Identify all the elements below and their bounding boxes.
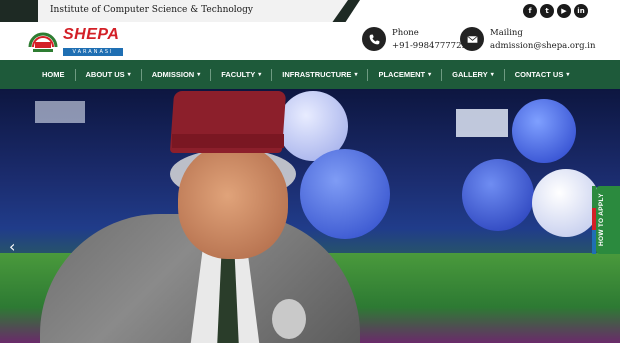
twitter-icon[interactable]: t <box>540 4 554 18</box>
mail-title: Mailing <box>490 27 523 38</box>
institute-name: Institute of Computer Science & Technolo… <box>50 5 253 15</box>
nav-divider <box>74 68 76 81</box>
nav-placement[interactable]: PLACEMENT ▾ <box>378 70 431 79</box>
phone-contact[interactable]: Phone +91-9984777729 <box>362 27 467 51</box>
apply-stripe-blue <box>592 230 596 254</box>
nav-divider <box>503 68 505 81</box>
how-to-apply-label: HOW TO APPLY <box>598 193 605 247</box>
hero-slider: ‹ <box>0 89 620 343</box>
logo-wordmark: SHEPA <box>63 26 120 43</box>
chevron-down-icon: ▾ <box>127 72 131 78</box>
chevron-down-icon: ▾ <box>428 72 432 78</box>
nav-contact-label: CONTACT US <box>514 70 564 79</box>
hero-person-face <box>178 144 288 259</box>
top-strip: Institute of Computer Science & Technolo… <box>0 0 620 22</box>
mail-address[interactable]: admission@shepa.org.in <box>490 41 595 51</box>
nav-divider <box>140 68 142 81</box>
nav-home[interactable]: HOME <box>42 70 65 79</box>
phone-icon <box>362 27 386 51</box>
mail-icon <box>460 27 484 51</box>
nav-gallery-label: GALLERY <box>452 70 488 79</box>
hero-balloon <box>512 99 576 163</box>
logo-city: VARANASI <box>63 48 123 56</box>
hero-balloon <box>462 159 534 231</box>
youtube-icon[interactable]: ▶ <box>557 4 571 18</box>
site-logo[interactable]: SHEPA VARANASI <box>27 25 127 57</box>
chevron-down-icon: ▾ <box>490 72 494 78</box>
hero-light-panel <box>456 109 508 137</box>
main-nav: HOME ABOUT US ▾ ADMISSION ▾ FACULTY ▾ INFRA… <box>0 60 620 89</box>
phone-title: Phone <box>392 27 419 38</box>
microphone <box>272 299 306 339</box>
chevron-down-icon: ▾ <box>197 72 201 78</box>
nav-divider <box>441 68 443 81</box>
nav-divider <box>367 68 369 81</box>
apply-stripe-red <box>592 208 596 230</box>
nav-gallery[interactable]: GALLERY ▾ <box>452 70 494 79</box>
nav-faculty-label: FACULTY <box>221 70 256 79</box>
nav-about-us[interactable]: ABOUT US ▾ <box>86 70 131 79</box>
slider-prev-button[interactable]: ‹ <box>9 237 15 256</box>
linkedin-icon[interactable]: in <box>574 4 588 18</box>
hero-person-cap-band <box>172 134 284 148</box>
site-header: SHEPA VARANASI Phone +91-9984777729 Mail… <box>0 22 620 60</box>
apply-stripe-green <box>592 186 596 208</box>
hero-light-panel <box>35 101 85 123</box>
hero-balloon <box>532 169 600 237</box>
nav-divider <box>210 68 212 81</box>
nav-about-label: ABOUT US <box>85 70 125 79</box>
facebook-icon[interactable]: f <box>523 4 537 18</box>
nav-admission[interactable]: ADMISSION ▾ <box>152 70 201 79</box>
chevron-down-icon: ▾ <box>258 72 262 78</box>
hero-balloon <box>300 149 390 239</box>
phone-number[interactable]: +91-9984777729 <box>392 41 467 51</box>
nav-contact-us[interactable]: CONTACT US ▾ <box>515 70 570 79</box>
nav-divider <box>271 68 273 81</box>
chevron-down-icon: ▾ <box>354 72 358 78</box>
nav-faculty[interactable]: FACULTY ▾ <box>221 70 261 79</box>
nav-placement-label: PLACEMENT <box>378 70 426 79</box>
nav-home-label: HOME <box>42 70 65 79</box>
logo-emblem-icon <box>28 32 58 52</box>
nav-admission-label: ADMISSION <box>151 70 195 79</box>
social-links: f t ▶ in <box>523 4 588 18</box>
nav-infrastructure[interactable]: INFRASTRUCTURE ▾ <box>282 70 357 79</box>
mail-contact[interactable]: Mailing admission@shepa.org.in <box>460 27 595 51</box>
nav-infrastructure-label: INFRASTRUCTURE <box>282 70 352 79</box>
chevron-down-icon: ▾ <box>566 72 570 78</box>
